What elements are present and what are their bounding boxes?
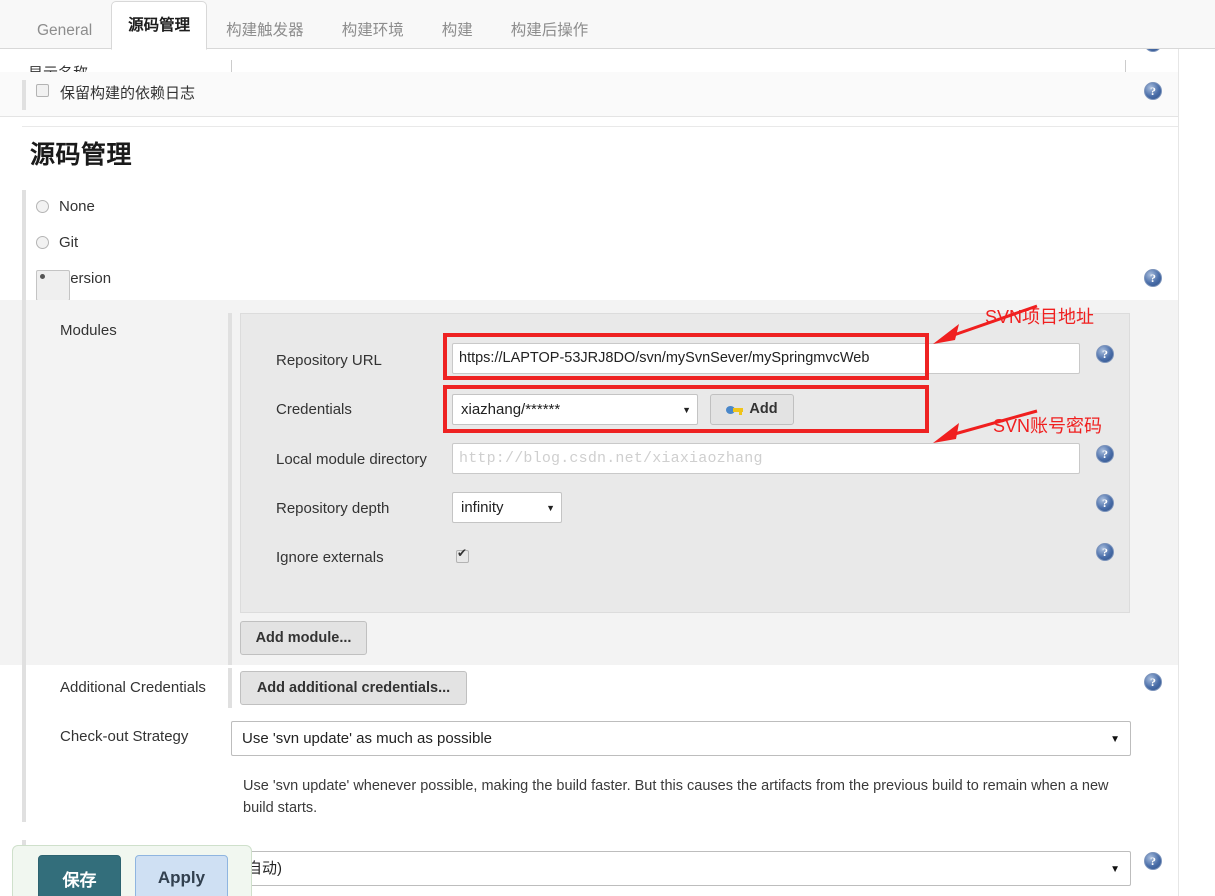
add-additional-credentials-button[interactable]: Add additional credentials... <box>240 671 467 705</box>
scm-option-none[interactable]: None <box>36 198 95 215</box>
module-group-bar <box>228 313 232 665</box>
additional-credentials-accent-bar <box>22 665 26 712</box>
repository-depth-label: Repository depth <box>276 500 390 517</box>
jenkins-job-config-page: 显示名称 保留构建的依赖日志 ? ? 源码管理 None Git Subvers… <box>0 0 1215 896</box>
scm-accent-bar <box>22 190 26 300</box>
scm-option-subversion[interactable]: Subversion <box>36 270 111 301</box>
help-icon-keep-dependency-log[interactable]: ? <box>1144 82 1162 100</box>
tab-post-build-actions[interactable]: 构建后操作 <box>492 13 608 49</box>
keep-dependency-log-checkbox[interactable] <box>36 84 49 97</box>
keep-dependency-log-row: 保留构建的依赖日志 <box>0 72 1178 117</box>
repository-depth-select[interactable]: infinity <box>452 492 562 524</box>
scm-option-git-label: Git <box>59 234 79 251</box>
help-icon-additional-credentials[interactable]: ? <box>1144 673 1162 691</box>
credentials-label: Credentials <box>276 401 352 418</box>
row-accent-bar <box>22 80 26 110</box>
page-title: 源码管理 <box>30 141 133 169</box>
help-icon-subversion[interactable]: ? <box>1144 269 1162 287</box>
help-icon-ignore-externals[interactable]: ? <box>1096 543 1114 561</box>
bottom-select[interactable]: (自动) <box>231 851 1131 887</box>
tab-build-triggers[interactable]: 构建触发器 <box>207 13 323 49</box>
additional-credentials-label: Additional Credentials <box>60 679 206 696</box>
local-module-directory-input[interactable]: http://blog.csdn.net/xiaxiaozhang <box>452 443 1080 474</box>
annotation-text-credentials: SVN账号密码 <box>993 416 1103 436</box>
help-icon-bottom-select[interactable]: ? <box>1144 852 1162 870</box>
tab-build-environment[interactable]: 构建环境 <box>323 13 423 49</box>
add-module-button[interactable]: Add module... <box>240 621 367 655</box>
tab-list: General 源码管理 构建触发器 构建环境 构建 构建后操作 <box>18 0 608 50</box>
add-credentials-label: Add <box>749 401 778 418</box>
local-module-directory-label: Local module directory <box>276 451 427 468</box>
annotation-text-repository-url: SVN项目地址 <box>985 307 1095 327</box>
scm-option-none-label: None <box>59 198 95 215</box>
tab-general[interactable]: General <box>18 13 111 49</box>
tab-bar: General 源码管理 构建触发器 构建环境 构建 构建后操作 <box>0 0 1215 50</box>
repository-url-input[interactable]: https://LAPTOP-53JRJ8DO/svn/mySvnSever/m… <box>452 343 1080 374</box>
modules-accent-bar <box>22 300 26 665</box>
apply-button[interactable]: Apply <box>135 855 228 896</box>
keep-dependency-log-label: 保留构建的依赖日志 <box>60 85 196 102</box>
modules-label: Modules <box>60 322 117 339</box>
radio-git[interactable] <box>36 236 49 249</box>
help-icon-local-module-directory[interactable]: ? <box>1096 445 1114 463</box>
ignore-externals-checkbox[interactable] <box>456 547 469 563</box>
help-icon-repository-url[interactable]: ? <box>1096 345 1114 363</box>
section-divider <box>22 126 1178 127</box>
help-icon-repository-depth[interactable]: ? <box>1096 494 1114 512</box>
additional-credentials-group-bar <box>228 668 232 708</box>
right-margin <box>1178 0 1215 896</box>
ignore-externals-label: Ignore externals <box>276 549 384 566</box>
scm-option-git[interactable]: Git <box>36 234 78 251</box>
radio-none[interactable] <box>36 200 49 213</box>
checkout-strategy-select[interactable]: Use 'svn update' as much as possible <box>231 721 1131 757</box>
save-button[interactable]: 保存 <box>38 855 121 896</box>
credentials-select[interactable]: xiazhang/****** <box>452 394 698 426</box>
config-content: 显示名称 保留构建的依赖日志 ? ? 源码管理 None Git Subvers… <box>0 0 1215 896</box>
key-icon <box>726 404 744 416</box>
checkout-strategy-label: Check-out Strategy <box>60 728 189 745</box>
checkout-strategy-accent-bar <box>22 712 26 822</box>
repository-url-label: Repository URL <box>276 352 382 369</box>
tab-source-code-management[interactable]: 源码管理 <box>111 1 208 50</box>
add-credentials-button[interactable]: Add <box>710 394 794 425</box>
radio-subversion[interactable] <box>36 270 70 301</box>
tab-build[interactable]: 构建 <box>423 13 492 49</box>
checkout-strategy-description: Use 'svn update' whenever possible, maki… <box>243 778 1109 816</box>
